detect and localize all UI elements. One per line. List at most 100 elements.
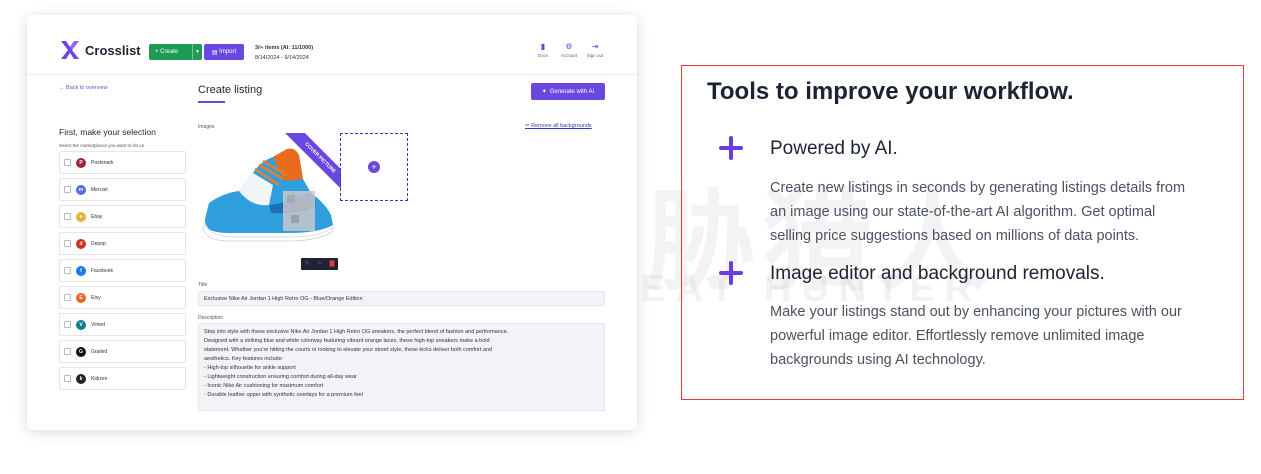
etsy-logo-icon: E	[76, 292, 86, 303]
edit-icon[interactable]: ✎	[305, 260, 310, 268]
crosslist-logo-icon	[61, 41, 79, 59]
description-line: - High-top silhouette for ankle support	[204, 365, 296, 371]
generate-with-ai-button[interactable]: ✦ Generate with AI	[531, 83, 605, 100]
mercari-logo-icon: m	[76, 184, 86, 195]
account-label: Account	[560, 53, 578, 58]
magic-wand-icon: ✦	[541, 89, 547, 95]
title-input[interactable]: Exclusive Nike Air Jordan 1 High Retro O…	[198, 291, 605, 306]
feature-description: Make your listings stand out by enhancin…	[770, 300, 1240, 372]
description-textarea[interactable]: Step into style with these exclusive Nik…	[198, 323, 605, 411]
trash-icon[interactable]: ▇	[330, 260, 335, 268]
logo[interactable]: Crosslist	[59, 39, 141, 61]
scissors-icon[interactable]: ✂	[317, 260, 322, 268]
panel-heading: Tools to improve your workflow.	[707, 78, 1074, 105]
description-label: Description	[198, 315, 224, 321]
marketplace-item-etsy[interactable]: E Etsy	[59, 286, 186, 309]
logo-text: Crosslist	[85, 42, 141, 58]
feature-description-line: backgrounds using AI technology.	[770, 352, 986, 368]
marketplace-item-vinted[interactable]: V Vinted	[59, 313, 186, 336]
marketplace-list: P Poshmark m Mercari e Ebay d Depop f Facebook E Et…	[59, 151, 186, 394]
description-line: - Lightweight construction ensuring comf…	[204, 374, 357, 380]
marketplace-name: Depop	[91, 240, 106, 247]
remove-all-backgrounds-label: Remove all backgrounds	[531, 123, 592, 129]
description-line: Step into style with these exclusive Nik…	[204, 329, 509, 335]
title-label: Title	[198, 282, 208, 288]
items-count: 3/∞ items (AI: 11/1000)	[255, 45, 314, 51]
back-to-overview-link[interactable]: ← Back to overview	[59, 85, 108, 91]
top-bar: Crosslist + Create ▼ ▤ Import 3/∞ items …	[27, 15, 637, 75]
description-line: - Durable leather upper with synthetic o…	[204, 392, 363, 398]
marketplace-name: Poshmark	[91, 159, 114, 166]
marketplace-checkbox[interactable]	[64, 240, 71, 247]
sign-out-label: Sign out	[586, 53, 604, 58]
feature-description-line: an image using our state-of-the-art AI a…	[770, 204, 1156, 220]
marketplace-item-ebay[interactable]: e Ebay	[59, 205, 186, 228]
feature-title: Powered by AI.	[770, 138, 898, 159]
page-title: Create listing	[198, 84, 263, 96]
title-underline	[198, 101, 225, 103]
marketplace-item-poshmark[interactable]: P Poshmark	[59, 151, 186, 174]
sign-out-button[interactable]: ⇥ Sign out	[585, 42, 605, 58]
feature-panel: Tools to improve your workflow. Powered …	[681, 65, 1244, 400]
marketplace-checkbox[interactable]	[64, 213, 71, 220]
vinted-logo-icon: V	[76, 319, 86, 330]
feature-description-line: powerful image editor. Effortlessly remo…	[770, 328, 1145, 344]
marketplace-name: Vinted	[91, 321, 106, 328]
depop-logo-icon: d	[76, 238, 86, 249]
remove-all-backgrounds-link[interactable]: ✂ Remove all backgrounds	[525, 123, 592, 129]
plus-icon	[719, 261, 743, 285]
date-range: 8/14/2024 - 9/14/2024	[255, 55, 309, 61]
import-button[interactable]: ▤ Import	[204, 44, 244, 60]
chevron-down-icon[interactable]: ▼	[192, 44, 202, 60]
plus-icon: +	[368, 161, 380, 173]
feature-description-line: selling price suggestions based on milli…	[770, 228, 1140, 244]
marketplace-checkbox[interactable]	[64, 294, 71, 301]
marketplace-checkbox[interactable]	[64, 321, 71, 328]
marketplace-name: Kidizen	[91, 375, 108, 382]
marketplace-name: Ebay	[91, 213, 103, 220]
app-screenshot: Crosslist + Create ▼ ▤ Import 3/∞ items …	[27, 15, 637, 430]
marketplace-item-grailed[interactable]: G Grailed	[59, 340, 186, 363]
generate-with-ai-label: Generate with AI	[549, 88, 595, 95]
feature-title: Image editor and background removals.	[770, 263, 1105, 284]
marketplace-name: Etsy	[91, 294, 101, 301]
create-label: + Create	[155, 49, 179, 55]
feature-description-line: Create new listings in seconds by genera…	[770, 180, 1186, 196]
facebook-logo-icon: f	[76, 265, 86, 276]
import-label: Import	[219, 49, 237, 55]
cover-picture-ribbon: COVER PICTURE	[285, 133, 341, 189]
feature-description: Create new listings in seconds by genera…	[770, 176, 1240, 248]
marketplace-checkbox[interactable]	[64, 186, 71, 193]
marketplace-checkbox[interactable]	[64, 267, 71, 274]
items-info: 3/∞ items (AI: 11/1000) 8/14/2024 - 9/14…	[255, 43, 313, 63]
marketplace-item-depop[interactable]: d Depop	[59, 232, 186, 255]
images-label: Images	[198, 124, 215, 130]
description-line: aesthetics. Key features include:	[204, 356, 284, 362]
marketplace-item-kidizen[interactable]: k Kidizen	[59, 367, 186, 390]
grailed-logo-icon: G	[76, 346, 86, 357]
marketplace-subheading: Select the marketplaces you want to list…	[59, 143, 145, 148]
ebay-logo-icon: e	[76, 211, 86, 222]
account-button[interactable]: ⚙ Account	[559, 42, 579, 58]
marketplace-name: Facebook	[91, 267, 113, 274]
description-line: statement. Whether you're hitting the co…	[204, 347, 493, 353]
create-button[interactable]: + Create ▼	[149, 44, 202, 60]
marketplace-checkbox[interactable]	[64, 375, 71, 382]
doc-icon: ▮	[540, 42, 546, 51]
marketplace-item-mercari[interactable]: m Mercari	[59, 178, 186, 201]
description-line: - Iconic Nike Air cushioning for maximum…	[204, 383, 324, 389]
gear-icon: ⚙	[565, 42, 573, 51]
import-icon: ▤	[211, 49, 220, 56]
docs-label: Docs	[537, 53, 549, 58]
add-image-dropzone[interactable]: +	[340, 133, 408, 201]
marketplace-item-facebook[interactable]: f Facebook	[59, 259, 186, 282]
description-line: Designed with a striking blue and white …	[204, 338, 490, 344]
stage: 威胁猎人 THREAT HUNTER Crosslist + Create ▼ …	[0, 0, 1261, 474]
docs-button[interactable]: ▮ Docs	[533, 42, 553, 58]
image-toolbar: ✎ ✂ ▇	[301, 258, 338, 270]
marketplace-checkbox[interactable]	[64, 348, 71, 355]
sign-out-icon: ⇥	[591, 42, 599, 51]
marketplace-checkbox[interactable]	[64, 159, 71, 166]
poshmark-logo-icon: P	[76, 157, 86, 168]
plus-icon	[719, 136, 743, 160]
